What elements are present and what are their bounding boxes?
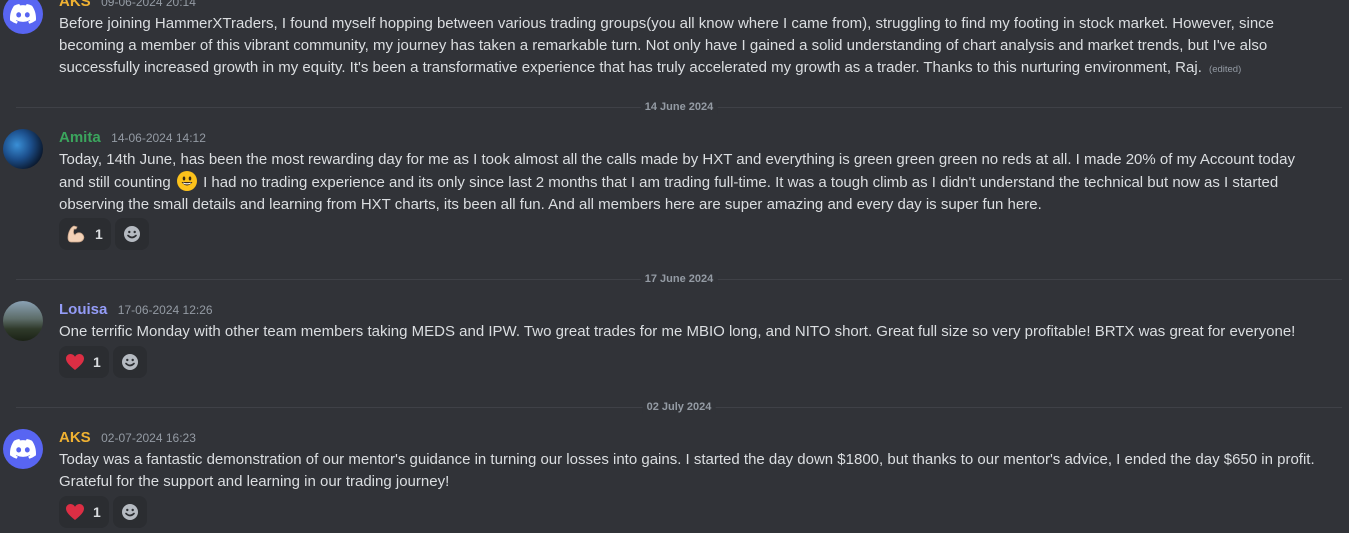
avatar[interactable] bbox=[3, 429, 43, 469]
reaction-count: 1 bbox=[95, 226, 103, 242]
add-reaction-button[interactable] bbox=[112, 496, 147, 528]
message-text: One terrific Monday with other team memb… bbox=[59, 321, 1319, 343]
avatar[interactable] bbox=[3, 129, 43, 169]
reaction-flexed-biceps[interactable]: 1 bbox=[59, 218, 111, 250]
timestamp: 14-06-2024 14:12 bbox=[111, 131, 206, 145]
reaction-count: 1 bbox=[93, 354, 101, 370]
smiley-add-reaction-icon bbox=[121, 354, 138, 370]
date-divider-label: 14 June 2024 bbox=[640, 100, 718, 114]
username[interactable]: AKS bbox=[59, 0, 91, 10]
message-body: Before joining HammerXTraders, I found m… bbox=[59, 15, 1275, 76]
add-reaction-button[interactable] bbox=[112, 346, 147, 378]
date-divider-label: 17 June 2024 bbox=[640, 272, 718, 286]
edited-label: (edited) bbox=[1209, 64, 1242, 75]
message-text: Today, 14th June, has been the most rewa… bbox=[59, 149, 1319, 216]
smiley-add-reaction-icon bbox=[121, 504, 138, 520]
red-heart-emoji-icon bbox=[66, 504, 84, 520]
avatar[interactable] bbox=[3, 0, 43, 34]
date-divider: 14 June 2024 bbox=[16, 100, 1342, 114]
username[interactable]: Amita bbox=[59, 129, 101, 146]
avatar[interactable] bbox=[3, 301, 43, 341]
discord-logo-icon bbox=[10, 4, 36, 24]
username[interactable]: Louisa bbox=[59, 301, 107, 318]
add-reaction-button[interactable] bbox=[114, 218, 149, 250]
reaction-red-heart[interactable]: 1 bbox=[59, 496, 109, 528]
timestamp: 17-06-2024 12:26 bbox=[117, 303, 213, 317]
reaction-red-heart[interactable]: 1 bbox=[59, 346, 109, 378]
message-text: Before joining HammerXTraders, I found m… bbox=[59, 13, 1319, 81]
message-text: Today was a fantastic demonstration of o… bbox=[59, 449, 1319, 493]
date-divider-label: 02 July 2024 bbox=[642, 400, 716, 414]
date-divider: 02 July 2024 bbox=[16, 400, 1342, 414]
timestamp: 02-07-2024 16:23 bbox=[101, 431, 196, 445]
grinning-face-emoji-icon bbox=[176, 171, 197, 191]
username[interactable]: AKS bbox=[59, 429, 91, 446]
red-heart-emoji-icon bbox=[66, 354, 84, 370]
timestamp: 09-06-2024 20:14 bbox=[101, 0, 196, 9]
discord-logo-icon bbox=[10, 439, 36, 459]
message-body-part2: I had no trading experience and its only… bbox=[59, 174, 1279, 213]
message-body: One terrific Monday with other team memb… bbox=[59, 323, 1296, 340]
reaction-count: 1 bbox=[93, 504, 101, 520]
smiley-add-reaction-icon bbox=[123, 226, 140, 242]
flexed-biceps-emoji-icon bbox=[67, 225, 85, 243]
date-divider: 17 June 2024 bbox=[16, 272, 1342, 286]
message-body: Today was a fantastic demonstration of o… bbox=[59, 451, 1315, 490]
